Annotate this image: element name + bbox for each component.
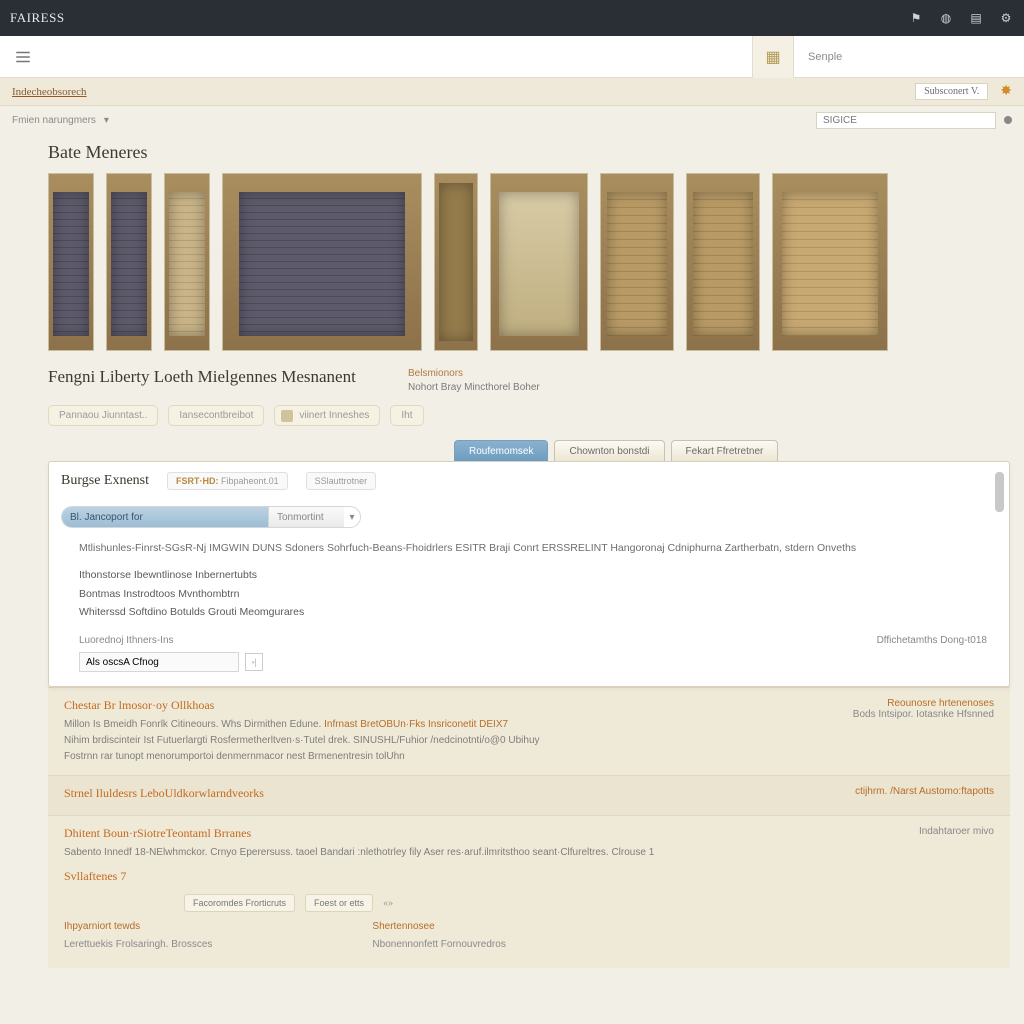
record-meta: Indahtaroer mivo [919, 826, 994, 837]
record-line: Millon Is Bmeidh Fonrlk Citineours. Whs … [64, 717, 540, 733]
record-subheading[interactable]: Svllaftenes 7 [64, 869, 919, 884]
section-heading-row: Bate Meneres [0, 134, 1024, 167]
dropdown-icon[interactable]: ◦| [245, 653, 263, 671]
gallery-thumb[interactable] [164, 173, 210, 351]
tab-main[interactable]: Roufemomsek [454, 440, 548, 462]
gallery-thumb[interactable] [222, 173, 422, 351]
record-section-1: Chestar Br lmosor·oy Ollkhoas Millon Is … [48, 687, 1010, 775]
page-title: Fengni Liberty Loeth Mielgennes Mesnanen… [48, 367, 388, 387]
record-meta-link[interactable]: Reounosre hrtenenoses [887, 698, 994, 709]
footer-link[interactable]: Ihpyarniort tewds [64, 921, 140, 932]
footer-link[interactable]: Shertennosee [372, 921, 434, 932]
pill-row: Pannaou Jiunntast.. Iansecontbreibot vii… [0, 401, 1024, 440]
search-input[interactable] [46, 36, 752, 77]
tag-pill[interactable]: Iht [390, 405, 423, 426]
record-meta-link[interactable]: ctijhrm. /Narst Austomo:ftapotts [855, 786, 994, 797]
tag-pill[interactable]: viinert Inneshes [274, 405, 380, 426]
record-line: Fostrnn rar tunopt menorumportoi denmern… [64, 749, 540, 765]
chevron-down-icon[interactable]: ▾ [104, 115, 109, 126]
image-gallery [0, 167, 1024, 361]
list-item: Bontmas Instrodtoos Mvnthombtrn [79, 585, 989, 603]
list-item: Whiterssd Softdino Botulds Grouti Meomgu… [79, 603, 989, 621]
flag-icon[interactable]: ⚑ [908, 10, 924, 26]
meta-line-2: Nohort Bray Mincthorel Boher [408, 381, 540, 395]
record-section-3: Dhitent Boun·rSiotreTeontaml Brranes Sab… [48, 815, 1010, 968]
scrollbar-thumb[interactable] [995, 472, 1004, 512]
panel-search-widget[interactable]: Bl. Jancoport for Tonmortint ▾ [61, 506, 361, 528]
panel-tag-1: FSRT·HD: Fibpaheont.01 [167, 472, 288, 490]
breadcrumb-link[interactable]: Indecheobsorech [12, 86, 87, 98]
gallery-thumb[interactable] [772, 173, 888, 351]
tab-secondary[interactable]: Chownton bonstdi [554, 440, 664, 462]
search-row: ▦ Senple [0, 36, 1024, 78]
footer-links: Ihpyarniort tewds Lerettuekis Frolsaring… [64, 914, 919, 958]
button-row: Facoromdes Frorticruts Foest or etts «» [64, 888, 919, 914]
tag-pill[interactable]: Iansecontbreibot [168, 405, 264, 426]
filter-bar: Fmien narungmers ▾ [0, 106, 1024, 134]
description-text: Mtlishunles-Finrst-SGsR-Nj IMGWIN DUNS S… [79, 540, 989, 556]
settings-icon[interactable]: ⚙ [998, 10, 1014, 26]
record-meta-text: Indahtaroer mivo [919, 826, 994, 837]
breadcrumb-bar: Indecheobsorech Subsconert V. ✸ [0, 78, 1024, 106]
topbar-icons: ⚑ ◍ ▤ ⚙ [908, 10, 1014, 26]
menu-icon[interactable] [6, 40, 40, 74]
tag-pill[interactable]: Pannaou Jiunntast.. [48, 405, 158, 426]
record-heading[interactable]: Chestar Br lmosor·oy Ollkhoas [64, 698, 540, 713]
panel-title: Burgse Exnenst [61, 473, 149, 489]
feature-list: Ithonstorse Ibewntlinose Inbernertubts B… [79, 566, 989, 621]
tab-tertiary[interactable]: Fekart Ffretretner [671, 440, 779, 462]
sub-label-right: Dffichetamths Dong-t018 [877, 635, 987, 646]
meta-line-1: Belsmionors [408, 367, 540, 381]
panel-body: Mtlishunles-Finrst-SGsR-Nj IMGWIN DUNS S… [49, 534, 1009, 625]
status-dot-icon [1004, 116, 1012, 124]
title-meta: Belsmionors Nohort Bray Mincthorel Boher [408, 367, 540, 395]
record-link[interactable]: Infrnast BretOBUn·Fks Insriconetit DEIX7 [321, 719, 508, 730]
gallery-thumb[interactable] [106, 173, 152, 351]
sub-label-left: Luorednoj Ithners-Ins [79, 635, 174, 646]
search-segment-filter[interactable]: Tonmortint [268, 507, 344, 527]
chevron-icon[interactable]: «» [383, 898, 393, 909]
section-heading: Bate Meneres [48, 142, 976, 163]
globe-icon[interactable]: ◍ [938, 10, 954, 26]
filter-label: Fmien narungmers [12, 115, 96, 126]
filter-input[interactable] [816, 112, 996, 129]
footer-text: Lerettuekis Frolsaringh. Brossces [64, 936, 212, 954]
gallery-thumb[interactable] [600, 173, 674, 351]
record-heading[interactable]: Strnel Iluldesrs LeboUldkorwlarndveorks [64, 786, 264, 801]
top-bar: FAIRESS ⚑ ◍ ▤ ⚙ [0, 0, 1024, 36]
search-mode-label: Senple [794, 51, 1024, 63]
list-item: Ithonstorse Ibewntlinose Inbernertubts [79, 566, 989, 584]
sub-input-field[interactable] [79, 652, 239, 672]
search-segment-main[interactable]: Bl. Jancoport for [62, 507, 268, 527]
record-line: Nihim brdiscinteir Ist Futuerlargti Rosf… [64, 733, 540, 749]
sub-input-row: ◦| [79, 652, 1009, 672]
gallery-thumb[interactable] [490, 173, 588, 351]
chevron-down-icon[interactable]: ▾ [344, 507, 360, 527]
record-heading[interactable]: Dhitent Boun·rSiotreTeontaml Brranes [64, 826, 919, 841]
chat-icon[interactable]: ▤ [968, 10, 984, 26]
record-section-2: Strnel Iluldesrs LeboUldkorwlarndveorks … [48, 775, 1010, 815]
tab-row: Roufemomsek Chownton bonstdi Fekart Ffre… [0, 440, 1024, 462]
action-button[interactable]: Facoromdes Frorticruts [184, 894, 295, 912]
gallery-thumb[interactable] [686, 173, 760, 351]
gallery-thumb[interactable] [48, 173, 94, 351]
subscribe-button[interactable]: Subsconert V. [915, 83, 988, 100]
content-panel: Burgse Exnenst FSRT·HD: Fibpaheont.01 SS… [48, 461, 1010, 687]
brand-label: FAIRESS [10, 10, 65, 26]
feed-icon[interactable]: ✸ [1000, 83, 1012, 100]
page-title-area: Fengni Liberty Loeth Mielgennes Mesnanen… [0, 361, 1024, 401]
footer-text: Nbonennonfett Fornouvredros [372, 936, 505, 954]
gallery-thumb[interactable] [434, 173, 478, 351]
record-meta-text: Bods Intsipor. Iotasnke Hfsnned [853, 709, 994, 720]
panel-header: Burgse Exnenst FSRT·HD: Fibpaheont.01 SS… [49, 462, 1009, 500]
record-meta: Reounosre hrtenenoses Bods Intsipor. Iot… [853, 698, 994, 720]
action-button[interactable]: Foest or etts [305, 894, 373, 912]
record-line: Sabento Innedf 18-NElwhmckor. Crnyo Eper… [64, 845, 919, 861]
panel-tag-2: SSlauttrotner [306, 472, 377, 490]
sub-row: Luorednoj Ithners-Ins Dffichetamths Dong… [49, 625, 1009, 650]
grid-icon[interactable]: ▦ [752, 36, 794, 78]
